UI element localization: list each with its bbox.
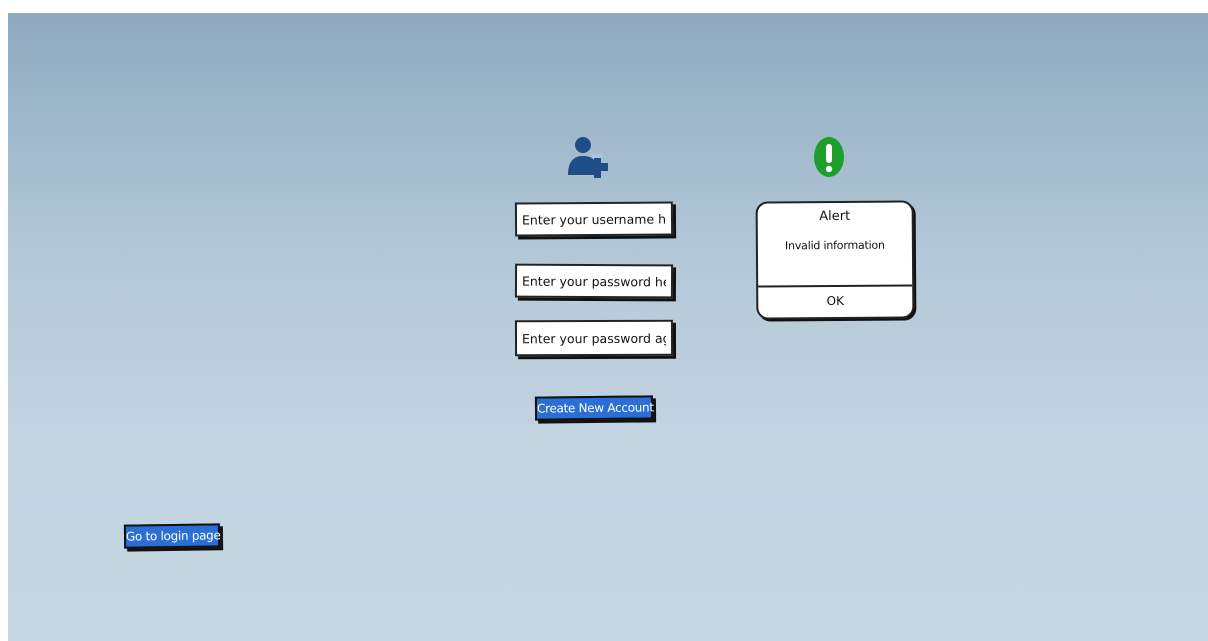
alert-dialog: Alert Invalid information OK (755, 200, 915, 320)
username-input[interactable] (514, 201, 674, 237)
page-canvas: Create New Account Alert Invalid informa… (8, 13, 1208, 641)
add-user-icon (568, 137, 608, 178)
go-to-login-button[interactable]: Go to login page (123, 523, 221, 549)
alert-title: Alert (819, 208, 851, 225)
alert-message: Invalid information (784, 238, 885, 253)
confirm-password-input[interactable] (514, 319, 674, 357)
exclamation-icon (814, 137, 844, 177)
create-account-button[interactable]: Create New Account (534, 395, 654, 421)
alert-ok-button[interactable]: OK (758, 286, 912, 315)
password-input[interactable] (514, 263, 674, 299)
